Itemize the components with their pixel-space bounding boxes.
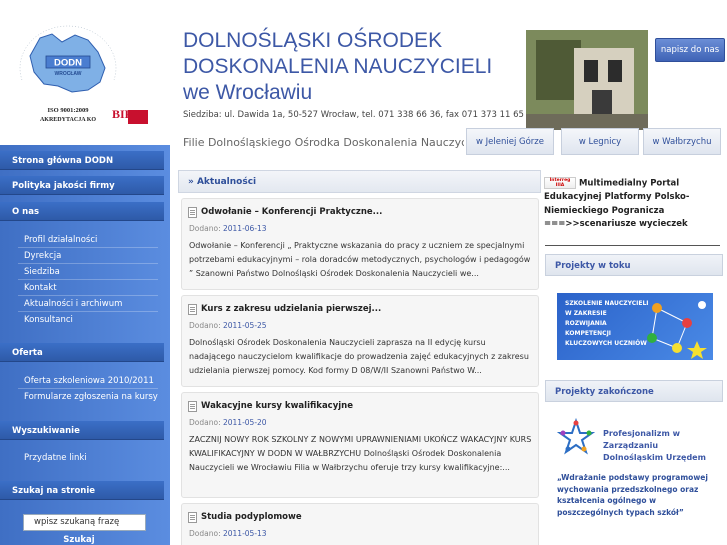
logo-graphic: DODN WROCŁAW ISO 9001:2009 AKREDYTACJA K… — [19, 25, 148, 124]
title-line-3: we Wrocławiu — [183, 81, 313, 104]
interreg-link[interactable]: ===>>scenariusze wycieczek — [544, 218, 724, 232]
logo-iso: ISO 9001:2009 — [48, 107, 90, 114]
divider — [545, 245, 720, 246]
sidebar-item-quality[interactable]: Polityka jakości firmy — [0, 176, 164, 195]
news-date: Dodano: 2011-06-13 — [189, 224, 267, 233]
news-body: Dolnośląski Ośrodek Doskonalenia Nauczyc… — [189, 338, 529, 375]
news-title[interactable]: Wakacyjne kursy kwalifikacyjne — [201, 401, 353, 411]
sidebar-heading-about[interactable]: O nas — [0, 202, 164, 221]
sidebar: Strona główna DODN Polityka jakości firm… — [0, 145, 170, 545]
date-value: 2011-05-13 — [222, 529, 267, 538]
branch-tab-jelenia-gora[interactable]: w Jeleniej Górze — [466, 128, 554, 155]
sidebar-heading-search[interactable]: Wyszukiwanie — [0, 421, 164, 440]
document-icon — [188, 207, 197, 218]
molecule-graphic — [647, 301, 707, 359]
news-item[interactable]: Studia podyplomowe Dodano: 2011-05-13 — [181, 503, 539, 545]
date-value: 2011-06-13 — [222, 224, 267, 233]
project-done-title[interactable]: Profesjonalizm w Zarządzaniu Dolnośląski… — [603, 428, 721, 464]
document-icon — [188, 512, 197, 523]
date-value: 2011-05-25 — [222, 321, 267, 330]
search-button[interactable]: Szukaj — [58, 535, 100, 545]
date-label: Dodano: — [189, 224, 221, 233]
date-label: Dodano: — [189, 418, 221, 427]
title-line-2: DOSKONALENIA NAUCZYCIELI — [183, 55, 493, 78]
branch-tab-walbrzych[interactable]: w Wałbrzychu — [643, 128, 721, 155]
interreg-logo[interactable]: Interreg IIIA — [544, 177, 576, 189]
logo-city-text: WROCŁAW — [55, 71, 82, 77]
date-label: Dodano: — [189, 321, 221, 330]
projects-done-heading: Projekty zakończone — [545, 380, 723, 402]
star-logo-icon — [557, 418, 595, 455]
sidebar-item-kontakt[interactable]: Kontakt — [24, 283, 57, 293]
projects-current-heading: Projekty w toku — [545, 254, 723, 276]
title-line-1: DOLNOŚLĄSKI OŚRODEK — [183, 29, 443, 52]
sidebar-item-konsultanci[interactable]: Konsultanci — [24, 315, 73, 325]
sidebar-item-oferta[interactable]: Oferta szkoleniowa 2010/2011 — [24, 376, 154, 386]
logo-akredytacja: AKREDYTACJA KO — [40, 117, 96, 123]
project-banner[interactable]: SZKOLENIE NAUCZYCIELI W ZAKRESIE ROZWIJA… — [557, 293, 713, 360]
news-date: Dodano: 2011-05-25 — [189, 321, 267, 330]
building-photo-graphic — [526, 30, 648, 130]
building-photo — [526, 30, 648, 130]
document-icon — [188, 304, 197, 315]
dodn-logo[interactable]: DODN WROCŁAW ISO 9001:2009 AKREDYTACJA K… — [0, 20, 168, 135]
sidebar-heading-site-search: Szukaj na stronie — [0, 481, 164, 500]
sidebar-item-formularze[interactable]: Formularze zgłoszenia na kursy — [24, 392, 158, 402]
date-label: Dodano: — [189, 529, 221, 538]
sidebar-item-home[interactable]: Strona główna DODN — [0, 151, 164, 170]
news-date: Dodano: 2011-05-20 — [189, 418, 267, 427]
news-body: ZACZNIJ NOWY ROK SZKOLNY Z NOWYMI UPRAWN… — [189, 435, 532, 472]
news-title[interactable]: Odwołanie – Konferencji Praktyczne... — [201, 207, 382, 217]
logo-top-text: DODN — [54, 58, 82, 69]
news-item[interactable]: Wakacyjne kursy kwalifikacyjne Dodano: 2… — [181, 392, 539, 498]
news-item[interactable]: Kurs z zakresu udzielania pierwszej... D… — [181, 295, 539, 387]
sidebar-item-linki[interactable]: Przydatne linki — [24, 453, 87, 463]
news-date: Dodano: 2011-05-13 — [189, 529, 267, 538]
news-heading: » Aktualności — [178, 170, 541, 193]
branches-label: Filie Dolnośląskiego Ośrodka Doskonaleni… — [183, 136, 464, 149]
branch-tab-legnica[interactable]: w Legnicy — [561, 128, 639, 155]
sidebar-heading-offer[interactable]: Oferta — [0, 343, 164, 362]
news-title[interactable]: Kurs z zakresu udzielania pierwszej... — [201, 304, 381, 314]
search-input[interactable]: wpisz szukaną frazę — [23, 514, 146, 531]
news-item[interactable]: Odwołanie – Konferencji Praktyczne... Do… — [181, 198, 539, 290]
news-body: Odwołanie – Konferencji „ Praktyczne wsk… — [189, 241, 531, 278]
sidebar-item-aktualnosci[interactable]: Aktualności i archiwum — [24, 299, 122, 309]
document-icon — [188, 401, 197, 412]
interreg-block[interactable]: Interreg IIIA Multimedialny Portal Eduka… — [544, 177, 724, 232]
news-title[interactable]: Studia podyplomowe — [201, 512, 302, 522]
sidebar-item-profil[interactable]: Profil działalności — [24, 235, 97, 245]
project-done-item[interactable]: Profesjonalizm w Zarządzaniu Dolnośląski… — [557, 418, 717, 462]
contact-button[interactable]: napisz do nas — [655, 38, 725, 62]
sidebar-item-dyrekcja[interactable]: Dyrekcja — [24, 251, 61, 261]
sidebar-item-siedziba[interactable]: Siedziba — [24, 267, 60, 277]
date-value: 2011-05-20 — [222, 418, 267, 427]
page-title: DOLNOŚLĄSKI OŚRODEK DOSKONALENIA NAUCZYC… — [183, 28, 523, 106]
project-quote-link[interactable]: „Wdrażanie podstawy programowej wychowan… — [557, 472, 722, 518]
address-line: Siedziba: ul. Dawida 1a, 50-527 Wrocław,… — [183, 110, 524, 120]
